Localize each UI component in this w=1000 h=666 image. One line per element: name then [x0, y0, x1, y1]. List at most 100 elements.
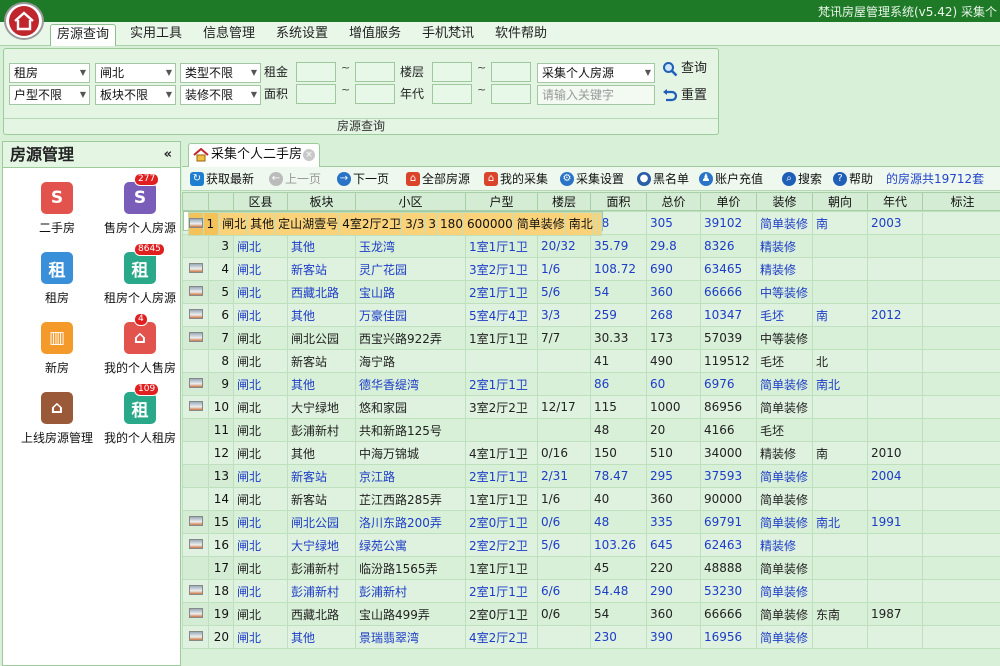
column-header[interactable]: 板块: [287, 192, 356, 211]
table-row[interactable]: 3 闸北 其他 玉龙湾 1室1厅1卫 20/32 35.79 29.8 8326 精装修: [182, 234, 1000, 258]
column-header[interactable]: 单价: [700, 192, 757, 211]
column-header-index[interactable]: [208, 192, 234, 211]
sidebar-item-7[interactable]: 租 109 我的个人租房: [96, 383, 184, 446]
table-row[interactable]: 6 闸北 其他 万豪佳园 5室4厅4卫 3/3 259 268 10347 毛坯南 2012: [182, 303, 1000, 327]
table-row[interactable]: 20 闸北 其他 景瑞翡翠湾 4室2厅2卫 230 390 16956 简单装修: [182, 625, 1000, 649]
table-cell: 简单装修: [756, 372, 813, 396]
column-header[interactable]: 朝向: [812, 192, 868, 211]
column-header[interactable]: 年代: [867, 192, 923, 211]
sidebar-item-3[interactable]: 租 8645 租房个人房源: [96, 243, 184, 306]
collapse-icon[interactable]: «: [164, 142, 172, 168]
year-max-input[interactable]: [491, 84, 531, 104]
district-select[interactable]: 闸北 ▼: [95, 63, 176, 83]
table-row[interactable]: 11 闸北 彭浦新村 共和新路125号 48 20 4166 毛坯: [182, 418, 1000, 442]
tab-collected-second-hand[interactable]: 采集个人二手房 ×: [188, 143, 320, 167]
all-listings-button[interactable]: ⌂ 全部房源: [406, 170, 470, 188]
row-number: 12: [208, 441, 234, 465]
keyword-input[interactable]: 请输入关键字: [537, 85, 655, 105]
table-row[interactable]: 5 闸北 西藏北路 宝山路 2室1厅1卫 5/6 54 360 66666 中等装修: [182, 280, 1000, 304]
table-row[interactable]: 18 闸北 彭浦新村 彭浦新村 2室1厅1卫 6/6 54.48 290 53230 简单装修: [182, 579, 1000, 603]
recharge-button[interactable]: ♟ 账户充值: [699, 170, 763, 188]
search-button[interactable]: ⌕ 搜索: [782, 170, 822, 188]
block-select[interactable]: 板块不限 ▼: [95, 85, 176, 105]
column-header[interactable]: 面积: [590, 192, 647, 211]
table-cell: 德华香缇湾: [355, 372, 466, 396]
collection-settings-button[interactable]: ⚙ 采集设置: [560, 170, 624, 188]
photo-cell: [182, 533, 209, 557]
table-cell: 4室1厅1卫: [465, 441, 538, 465]
column-header[interactable]: 标注: [922, 192, 1000, 211]
category-select[interactable]: 类型不限 ▼: [180, 63, 261, 83]
decoration-select[interactable]: 装修不限 ▼: [180, 85, 261, 105]
table-row[interactable]: 14 闸北 新客站 芷江西路285弄 1室1厅1卫 1/6 40 360 90000 简单装修: [182, 487, 1000, 511]
table-cell: 360: [646, 487, 701, 511]
table-row[interactable]: 13 闸北 新客站 京江路 2室1厅1卫 2/31 78.47 295 37593 简单装修 200…: [182, 464, 1000, 488]
my-collection-button[interactable]: ⌂ 我的采集: [484, 170, 548, 188]
table-row[interactable]: 10 闸北 大宁绿地 悠和家园 3室2厅2卫 12/17 115 1000 86956 简单装修: [182, 395, 1000, 419]
app-logo[interactable]: [4, 2, 44, 40]
table-row[interactable]: 16 闸北 大宁绿地 绿苑公寓 2室2厅2卫 5/6 103.26 645 62463 精装修: [182, 533, 1000, 557]
column-header[interactable]: 户型: [465, 192, 538, 211]
sidebar: 房源管理 « S 二手房 S 277 售房个人房源租租房租 8645 租房个人房源 ▥ 新房 ⌂ 4…: [2, 141, 181, 666]
table-row[interactable]: 9 闸北 其他 德华香缇湾 2室1厅1卫 86 60 6976 简单装修 南北: [182, 372, 1000, 396]
help-button[interactable]: ? 帮助: [833, 170, 873, 188]
next-page-button[interactable]: → 下一页: [337, 170, 389, 188]
reset-button[interactable]: 重置: [662, 86, 707, 106]
column-header[interactable]: 总价: [646, 192, 701, 211]
column-header[interactable]: 区县: [233, 192, 288, 211]
menu-tab-tools[interactable]: 实用工具: [124, 24, 188, 46]
table-row[interactable]: 7 闸北 闸北公园 西宝兴路922弄 1室1厅1卫 7/7 30.33 173 57039 中等装…: [182, 326, 1000, 350]
count-badge: 277: [134, 173, 160, 186]
sidebar-item-5[interactable]: ⌂ 4 我的个人售房: [96, 313, 184, 376]
table-cell: 简单装修: [756, 395, 813, 419]
table-row[interactable]: 1 闸北 其他 定山湖壹号 4室2厅2卫 3/3 3 180 600000 简单装修 南北: [182, 211, 603, 236]
close-icon[interactable]: ×: [303, 149, 315, 161]
table-row[interactable]: 15 闸北 闸北公园 洛川东路200弄 2室0厅1卫 0/6 48 335 69791 简单装修南…: [182, 510, 1000, 534]
sidebar-item-1[interactable]: S 277 售房个人房源: [96, 173, 184, 236]
rent-min-input[interactable]: [296, 62, 336, 82]
floor-max-input[interactable]: [491, 62, 531, 82]
table-cell: 34000: [700, 441, 757, 465]
menu-tab-mobile[interactable]: 手机梵讯: [416, 24, 480, 46]
column-header[interactable]: 楼层: [537, 192, 591, 211]
sidebar-item-4[interactable]: ▥ 新房: [13, 322, 101, 376]
table-cell: 闸北公园: [287, 326, 356, 350]
sidebar-item-0[interactable]: S 二手房: [13, 182, 101, 236]
prev-page-button[interactable]: ← 上一页: [269, 170, 321, 188]
table-row[interactable]: 17 闸北 彭浦新村 临汾路1565弄 1室1厅1卫 45 220 48888 简单装修: [182, 556, 1000, 580]
menu-tab-info[interactable]: 信息管理: [197, 24, 261, 46]
table-cell: 4室2厅2卫: [338, 212, 403, 236]
area-max-input[interactable]: [355, 84, 395, 104]
year-min-input[interactable]: [432, 84, 472, 104]
source-select[interactable]: 采集个人房源 ▼: [537, 63, 655, 83]
floor-min-input[interactable]: [432, 62, 472, 82]
table-row[interactable]: 8 闸北 新客站 海宁路 41 490 119512 毛坯北: [182, 349, 1000, 373]
layout-select[interactable]: 户型不限 ▼: [9, 85, 90, 105]
table-cell: 简单装修: [756, 602, 813, 626]
rent-max-input[interactable]: [355, 62, 395, 82]
refresh-button[interactable]: ↻ 获取最新: [190, 170, 254, 188]
table-cell: 闸北: [233, 579, 288, 603]
menu-tab-house-query[interactable]: 房源查询: [50, 24, 116, 46]
sidebar-title: 房源管理: [10, 145, 75, 164]
table-cell: [867, 280, 923, 304]
column-header[interactable]: 装修: [756, 192, 813, 211]
photo-icon: [188, 539, 203, 549]
menu-tab-value-added[interactable]: 增值服务: [343, 24, 407, 46]
type-select[interactable]: 租房 ▼: [9, 63, 90, 83]
table-cell: 2003: [867, 211, 923, 235]
table-row[interactable]: 12 闸北 其他 中海万锦城 4室1厅1卫 0/16 150 510 34000 精装修南 2010: [182, 441, 1000, 465]
table-cell: [812, 464, 868, 488]
area-min-input[interactable]: [296, 84, 336, 104]
table-cell: 35.79: [590, 234, 647, 258]
table-row[interactable]: 19 闸北 西藏北路 宝山路499弄 2室0厅1卫 0/6 54 360 66666 简单装修 东南…: [182, 602, 1000, 626]
menu-tab-settings[interactable]: 系统设置: [270, 24, 334, 46]
query-button[interactable]: 查询: [662, 59, 707, 79]
row-number: 14: [208, 487, 234, 511]
column-header[interactable]: 小区: [355, 192, 466, 211]
table-row[interactable]: 4 闸北 新客站 灵广花园 3室2厅1卫 1/6 108.72 690 63465 精装修: [182, 257, 1000, 281]
sidebar-item-6[interactable]: ⌂ 上线房源管理: [13, 392, 101, 446]
sidebar-item-2[interactable]: 租租房: [13, 252, 101, 306]
menu-tab-help[interactable]: 软件帮助: [489, 24, 553, 46]
blacklist-button[interactable]: ● 黑名单: [637, 170, 689, 188]
